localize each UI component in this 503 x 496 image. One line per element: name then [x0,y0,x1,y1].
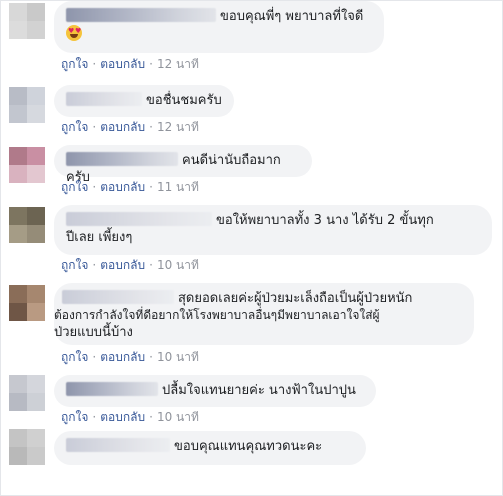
comment-bubble: ขอชื่นชมครับ [54,85,234,117]
comment-timestamp[interactable]: 10 นาที [157,350,199,364]
avatar-pixel [27,105,45,123]
comment-bubble: ขอบคุณพี่ๆ พยาบาลที่ใจดี ♥ ♥ [54,1,384,53]
separator: · [92,180,97,194]
comment-bubble: ขอบคุณแทนคุณทวดนะคะ [54,431,366,465]
like-link[interactable]: ถูกใจ [61,120,88,134]
avatar[interactable] [9,429,45,465]
avatar-pixel [9,393,27,411]
commenter-name[interactable] [66,438,170,452]
avatar-pixel [27,429,45,447]
like-link[interactable]: ถูกใจ [61,410,88,424]
comment-text-continued: ปีเลย เพี้ยงๆ [66,230,133,245]
commenter-name[interactable] [66,92,142,106]
comment-text: ปลื้มใจแทนยายค่ะ นางฟ้าในปาปูน [162,383,356,398]
avatar-pixel [9,375,27,393]
avatar-pixel [27,285,45,303]
avatar-pixel [27,21,45,39]
avatar[interactable] [9,375,45,411]
reply-link[interactable]: ตอบกลับ [100,350,145,364]
comment-actions: ถูกใจ · ตอบกลับ · 11 นาที [61,179,199,195]
avatar-pixel [9,147,27,165]
avatar[interactable] [9,285,45,321]
commenter-name[interactable] [66,382,158,396]
avatar-pixel [9,285,27,303]
comment-actions: ถูกใจ · ตอบกลับ · 12 นาที [61,56,199,72]
reply-link[interactable]: ตอบกลับ [100,120,145,134]
commenter-name[interactable] [66,212,212,226]
separator: · [92,350,97,364]
comment-timestamp[interactable]: 10 นาที [157,410,199,424]
comment-actions: ถูกใจ · ตอบกลับ · 10 นาที [61,349,199,365]
like-link[interactable]: ถูกใจ [61,57,88,71]
comment-bubble: ขอให้พยาบาลทั้ง 3 นาง ได้รับ 2 ขั้นทุก ป… [54,205,492,255]
comment-text-continued: ป่วยแบบนี้บ้าง [54,325,133,340]
avatar[interactable] [9,87,45,123]
separator: · [92,258,97,272]
avatar-pixel [9,447,27,465]
separator: · [149,350,153,364]
reply-link[interactable]: ตอบกลับ [100,180,145,194]
like-link[interactable]: ถูกใจ [61,258,88,272]
like-link[interactable]: ถูกใจ [61,180,88,194]
avatar-pixel [9,87,27,105]
reply-link[interactable]: ตอบกลับ [100,410,145,424]
avatar-pixel [9,165,27,183]
separator: · [92,410,97,424]
avatar-pixel [9,225,27,243]
avatar-pixel [9,21,27,39]
separator: · [149,410,153,424]
comment-list: ขอบคุณพี่ๆ พยาบาลที่ใจดี ♥ ♥ ถูกใจ · ตอบกล… [0,0,503,496]
comment-text: ขอบคุณแทนคุณทวดนะคะ [174,439,323,454]
comment-timestamp[interactable]: 12 นาที [157,57,199,71]
avatar-pixel [27,225,45,243]
avatar-pixel [9,105,27,123]
avatar-pixel [27,165,45,183]
avatar-pixel [9,429,27,447]
avatar[interactable] [9,3,45,39]
comment-bubble: ปลื้มใจแทนยายค่ะ นางฟ้าในปาปูน [54,375,376,407]
avatar-pixel [9,303,27,321]
reply-link[interactable]: ตอบกลับ [100,258,145,272]
separator: · [149,258,153,272]
comment-timestamp[interactable]: 12 นาที [157,120,199,134]
avatar-pixel [9,207,27,225]
avatar-pixel [27,3,45,21]
like-link[interactable]: ถูกใจ [61,350,88,364]
commenter-name[interactable] [66,152,178,166]
avatar-pixel [27,147,45,165]
avatar-pixel [27,303,45,321]
comment-text: ขอให้พยาบาลทั้ง 3 นาง ได้รับ 2 ขั้นทุก [216,213,434,228]
commenter-name[interactable] [66,8,216,22]
separator: · [149,180,153,194]
reply-link[interactable]: ตอบกลับ [100,57,145,71]
separator: · [92,57,97,71]
avatar-pixel [27,207,45,225]
avatar-pixel [27,375,45,393]
avatar[interactable] [9,147,45,183]
separator: · [92,120,97,134]
comment-bubble: คนดีน่านับถือมากครับ [54,145,312,185]
comment-timestamp[interactable]: 10 นาที [157,258,199,272]
comment-timestamp[interactable]: 11 นาที [157,180,199,194]
separator: · [149,120,153,134]
comment-bubble: สุดยอดเลยค่ะผู้ป่วยมะเล็งถือเป็นผู้ป่วยห… [54,283,474,345]
avatar-pixel [27,447,45,465]
avatar-pixel [27,393,45,411]
comment-actions: ถูกใจ · ตอบกลับ · 10 นาที [61,409,199,425]
heart-eyes-emoji-icon: ♥ ♥ [66,25,82,41]
avatar-pixel [27,87,45,105]
commenter-name[interactable] [62,290,174,304]
separator: · [149,57,153,71]
avatar-pixel [9,3,27,21]
comment-actions: ถูกใจ · ตอบกลับ · 10 นาที [61,257,199,273]
comment-text: ขอบคุณพี่ๆ พยาบาลที่ใจดี [220,9,364,24]
mouth-shape [70,34,78,38]
comment-text-continued: ต้องการกำลังใจที่ดีอยากให้โรงพยาบาลอื่นๆ… [54,308,380,322]
comment-actions: ถูกใจ · ตอบกลับ · 12 นาที [61,119,199,135]
comment-text: ขอชื่นชมครับ [146,93,222,108]
avatar[interactable] [9,207,45,243]
comment-text: สุดยอดเลยค่ะผู้ป่วยมะเล็งถือเป็นผู้ป่วยห… [178,291,413,306]
